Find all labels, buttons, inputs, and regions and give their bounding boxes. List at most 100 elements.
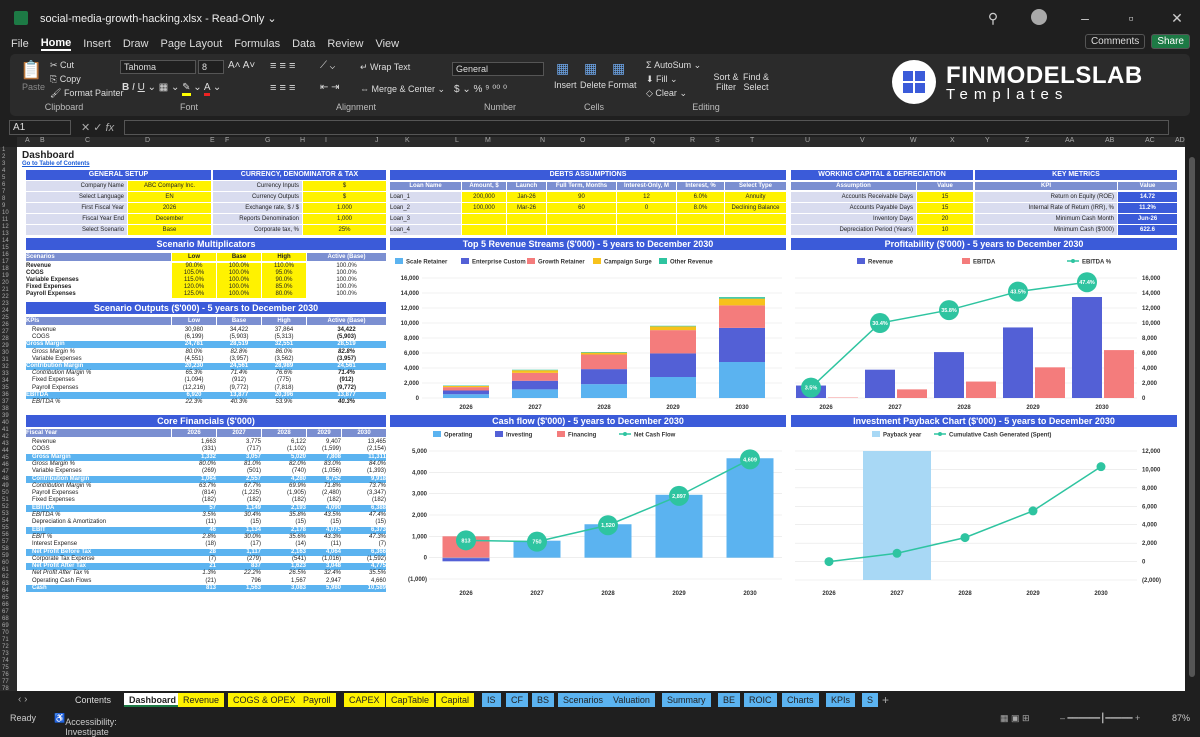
column-header[interactable]: AA [1065,137,1074,144]
column-header[interactable]: G [265,137,270,144]
loan-value[interactable]: 200,000 [462,192,506,202]
vertical-scrollbar[interactable] [1185,147,1200,691]
row-header[interactable]: 22 [2,294,9,300]
column-header[interactable]: Z [1025,137,1029,144]
tab-is[interactable]: IS [482,693,501,707]
number-format-select[interactable]: General [452,62,544,76]
tab-bs[interactable]: BS [532,693,554,707]
row-header[interactable]: 24 [2,308,9,314]
cut-button[interactable]: ✂ Cut [50,60,74,71]
menu-draw[interactable]: Draw [123,38,149,50]
loan-value[interactable]: 8.0% [677,203,724,213]
fill-button[interactable]: ⬇ Fill ⌄ [646,74,678,85]
wc-value[interactable]: 15 [917,203,973,213]
menu-review[interactable]: Review [327,38,363,50]
row-header[interactable]: 44 [2,448,9,454]
row-header[interactable]: 18 [2,266,9,272]
loan-value[interactable] [462,214,506,224]
row-header[interactable]: 33 [2,371,9,377]
row-header[interactable]: 42 [2,434,9,440]
font-grow-icon[interactable]: A˄ A˅ [228,60,255,71]
row-header[interactable]: 1 [2,147,5,153]
column-header[interactable]: Q [650,137,655,144]
row-header[interactable]: 75 [2,665,9,671]
loan-value[interactable]: 0 [617,203,676,213]
setup-value[interactable]: EN [128,192,211,202]
row-header[interactable]: 76 [2,672,9,678]
loan-value[interactable]: Declining Balance [725,203,786,213]
wc-value[interactable]: 20 [917,214,973,224]
row-header[interactable]: 56 [2,532,9,538]
column-header[interactable]: V [860,137,865,144]
column-header[interactable]: AC [1145,137,1155,144]
row-header[interactable]: 25 [2,315,9,321]
delete-icon[interactable]: ▦ [584,60,597,77]
loan-value[interactable]: 12 [617,192,676,202]
row-header[interactable]: 7 [2,189,5,195]
loan-value[interactable] [462,225,506,235]
loan-value[interactable]: 90 [547,192,616,202]
format-button[interactable]: Format [608,80,637,90]
wrap-text-button[interactable]: ↵ Wrap Text [360,62,410,73]
loan-value[interactable] [547,225,616,235]
maximize-icon[interactable]: ▫ [1108,10,1154,26]
row-header[interactable]: 68 [2,616,9,622]
loan-value[interactable]: Mar-26 [507,203,546,213]
column-header[interactable]: AB [1105,137,1114,144]
tab-charts[interactable]: Charts [782,693,819,707]
row-header[interactable]: 50 [2,490,9,496]
column-header[interactable]: O [580,137,585,144]
setup-value[interactable]: 2026 [128,203,211,213]
wc-value[interactable]: 15 [917,192,973,202]
setup-value[interactable]: Base [128,225,211,235]
row-header[interactable]: 19 [2,273,9,279]
paste-button[interactable]: Paste [22,82,45,92]
row-header[interactable]: 39 [2,413,9,419]
find-select-button[interactable]: Find & Select [742,72,770,92]
menu-home[interactable]: Home [41,37,72,51]
row-header[interactable]: 52 [2,504,9,510]
window-title[interactable]: social-media-growth-hacking.xlsx - Read-… [40,12,277,25]
row-header[interactable]: 43 [2,441,9,447]
row-header[interactable]: 47 [2,469,9,475]
row-header[interactable]: 65 [2,595,9,601]
row-header[interactable]: 9 [2,203,5,209]
view-icons[interactable]: ▦ ▣ ⊞ [1000,713,1030,724]
menu-formulas[interactable]: Formulas [234,38,280,50]
avatar[interactable] [1016,9,1062,28]
clear-button[interactable]: ◇ Clear ⌄ [646,88,687,99]
row-header[interactable]: 58 [2,546,9,552]
function-icon[interactable]: ✕ ✓ fx [81,121,114,134]
format-icon[interactable]: ▦ [612,60,625,77]
row-header[interactable]: 5 [2,175,5,181]
row-header[interactable]: 13 [2,231,9,237]
row-header[interactable]: 3 [2,161,5,167]
row-header[interactable]: 38 [2,406,9,412]
copy-button[interactable]: ⎘ Copy [50,74,81,85]
autosum-button[interactable]: Σ AutoSum ⌄ [646,60,701,71]
menu-data[interactable]: Data [292,38,315,50]
currency-value[interactable]: 25% [303,225,386,235]
column-header[interactable]: Y [985,137,990,144]
wc-value[interactable]: 10 [917,225,973,235]
row-header[interactable]: 11 [2,217,8,223]
menu-view[interactable]: View [375,38,399,50]
align-left-icon[interactable]: ≡ ≡ ≡ [270,82,295,94]
row-header[interactable]: 54 [2,518,9,524]
column-header[interactable]: H [300,137,305,144]
add-sheet-icon[interactable]: + [882,693,889,707]
row-header[interactable]: 46 [2,462,9,468]
tab-be[interactable]: BE [718,693,740,707]
accessibility-status[interactable]: ♿ Accessibility: Investigate [54,713,65,724]
column-header[interactable]: C [85,137,90,144]
tab-cogs-opex[interactable]: COGS & OPEX [228,693,301,707]
menu-page-layout[interactable]: Page Layout [160,38,222,50]
row-header[interactable]: 16 [2,252,9,258]
column-header[interactable]: I [325,137,327,144]
insert-icon[interactable]: ▦ [556,60,569,77]
tab-capital[interactable]: Capital [436,693,474,707]
tab-dashboard[interactable]: Dashboard [124,693,181,707]
row-header[interactable]: 57 [2,539,9,545]
column-header[interactable]: B [40,137,45,144]
row-header[interactable]: 62 [2,574,9,580]
